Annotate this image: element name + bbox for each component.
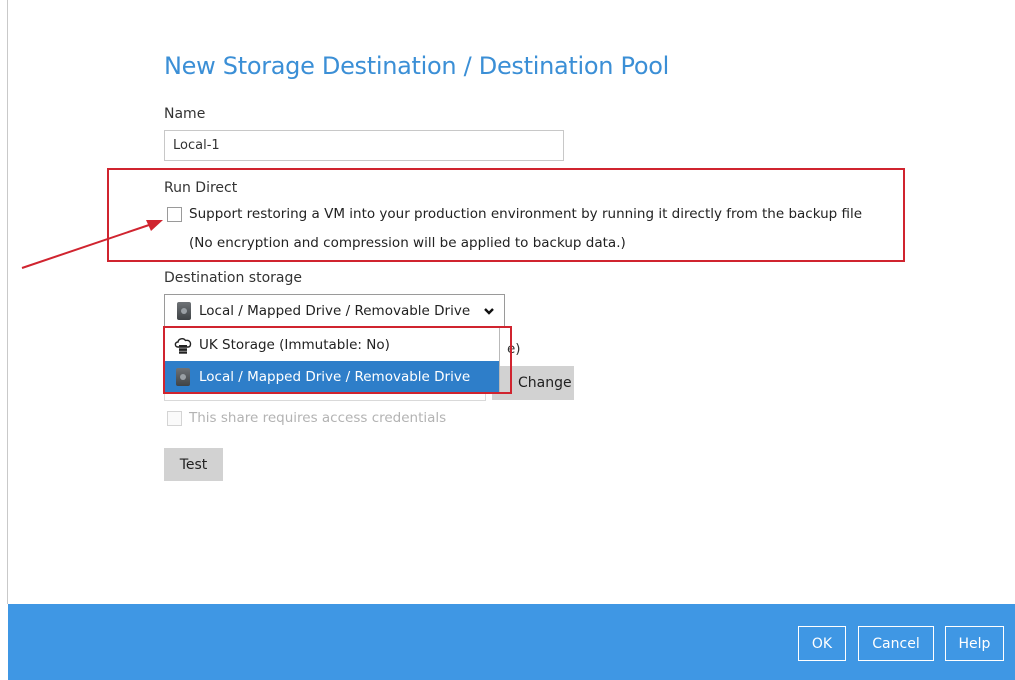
ok-button[interactable]: OK <box>798 626 846 661</box>
hard-drive-icon <box>177 302 191 320</box>
destination-storage-label: Destination storage <box>164 270 302 286</box>
run-direct-highlight-box <box>107 168 905 262</box>
page-title: New Storage Destination / Destination Po… <box>164 52 669 80</box>
name-input[interactable] <box>164 130 564 161</box>
left-divider <box>7 0 8 604</box>
credentials-checkbox[interactable] <box>167 411 182 426</box>
destination-storage-selected: Local / Mapped Drive / Removable Drive <box>199 303 471 319</box>
chevron-down-icon <box>484 308 494 315</box>
cancel-button[interactable]: Cancel <box>858 626 934 661</box>
dropdown-highlight-box <box>163 326 512 394</box>
credentials-checkbox-label: This share requires access credentials <box>189 410 447 426</box>
dialog-page: New Storage Destination / Destination Po… <box>0 0 1015 680</box>
name-label: Name <box>164 106 206 122</box>
help-button[interactable]: Help <box>945 626 1004 661</box>
destination-storage-select[interactable]: Local / Mapped Drive / Removable Drive <box>164 294 505 327</box>
test-button[interactable]: Test <box>164 448 223 481</box>
